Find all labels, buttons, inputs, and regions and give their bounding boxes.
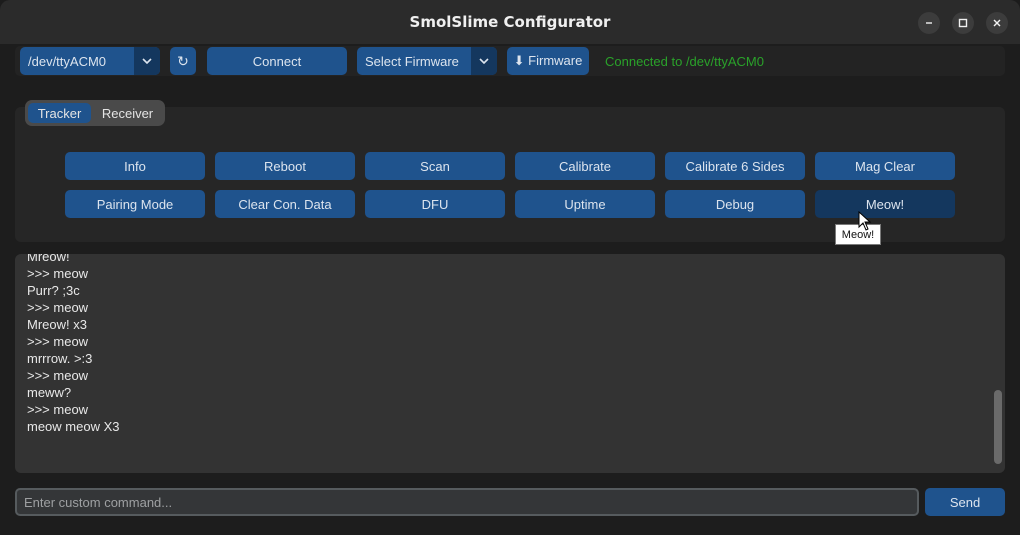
console-output[interactable]: Mreow! >>> meow Purr? ;3c >>> meow Mreow! x3…	[15, 254, 1005, 473]
minimize-button[interactable]	[918, 12, 940, 34]
minimize-icon	[926, 22, 932, 24]
calibrate-button[interactable]: Calibrate	[515, 152, 655, 180]
refresh-icon: ↻	[177, 52, 189, 69]
console-line: >>> meow	[27, 300, 89, 315]
tab-receiver[interactable]: Receiver	[93, 103, 162, 123]
close-icon	[993, 19, 1001, 27]
connect-label: Connect	[252, 53, 302, 69]
firmware-download-button[interactable]: ⬇ Firmware	[507, 47, 589, 75]
console-line: Mreow!	[27, 254, 70, 264]
info-button[interactable]: Info	[65, 152, 205, 180]
console-line: meow meow X3	[27, 419, 120, 434]
console-line: Purr? ;3c	[27, 283, 80, 298]
meow-button[interactable]: Meow!	[815, 190, 955, 218]
port-select[interactable]: /dev/ttyACM0	[20, 47, 160, 75]
console-line: >>> meow	[27, 266, 89, 281]
mag-clear-button[interactable]: Mag Clear	[815, 152, 955, 180]
console-lines: Mreow! >>> meow Purr? ;3c >>> meow Mreow! x3…	[27, 254, 119, 435]
tab-switcher: Tracker Receiver	[25, 100, 165, 126]
tab-tracker[interactable]: Tracker	[28, 103, 91, 123]
send-button[interactable]: Send	[925, 488, 1005, 516]
debug-button[interactable]: Debug	[665, 190, 805, 218]
pairing-mode-button[interactable]: Pairing Mode	[65, 190, 205, 218]
maximize-button[interactable]	[952, 12, 974, 34]
refresh-button[interactable]: ↻	[170, 47, 196, 75]
console-line: Mreow! x3	[27, 317, 87, 332]
console-line: meww?	[27, 385, 72, 400]
mouse-cursor-icon	[858, 211, 872, 231]
clear-con-data-button[interactable]: Clear Con. Data	[215, 190, 355, 218]
console-line: mrrrow. >:3	[27, 351, 93, 366]
chevron-down-icon[interactable]	[134, 47, 160, 75]
close-button[interactable]	[986, 12, 1008, 34]
firmware-select-value: Select Firmware	[365, 53, 459, 69]
firmware-button-label: ⬇ Firmware	[513, 53, 583, 68]
maximize-icon	[958, 18, 968, 28]
port-select-value: /dev/ttyACM0	[28, 53, 107, 69]
console-scrollbar[interactable]	[994, 390, 1002, 464]
connect-button[interactable]: Connect	[207, 47, 347, 75]
dfu-button[interactable]: DFU	[365, 190, 505, 218]
scan-button[interactable]: Scan	[365, 152, 505, 180]
console-line: >>> meow	[27, 368, 89, 383]
custom-command-input[interactable]	[15, 488, 919, 516]
title-bar: SmolSlime Configurator	[0, 0, 1020, 44]
chevron-down-icon[interactable]	[471, 47, 497, 75]
window-title: SmolSlime Configurator	[409, 13, 611, 31]
reboot-button[interactable]: Reboot	[215, 152, 355, 180]
firmware-select[interactable]: Select Firmware	[357, 47, 497, 75]
connection-status: Connected to /dev/ttyACM0	[605, 54, 764, 69]
console-line: >>> meow	[27, 334, 89, 349]
calibrate-6-sides-button[interactable]: Calibrate 6 Sides	[665, 152, 805, 180]
console-line: >>> meow	[27, 402, 89, 417]
uptime-button[interactable]: Uptime	[515, 190, 655, 218]
